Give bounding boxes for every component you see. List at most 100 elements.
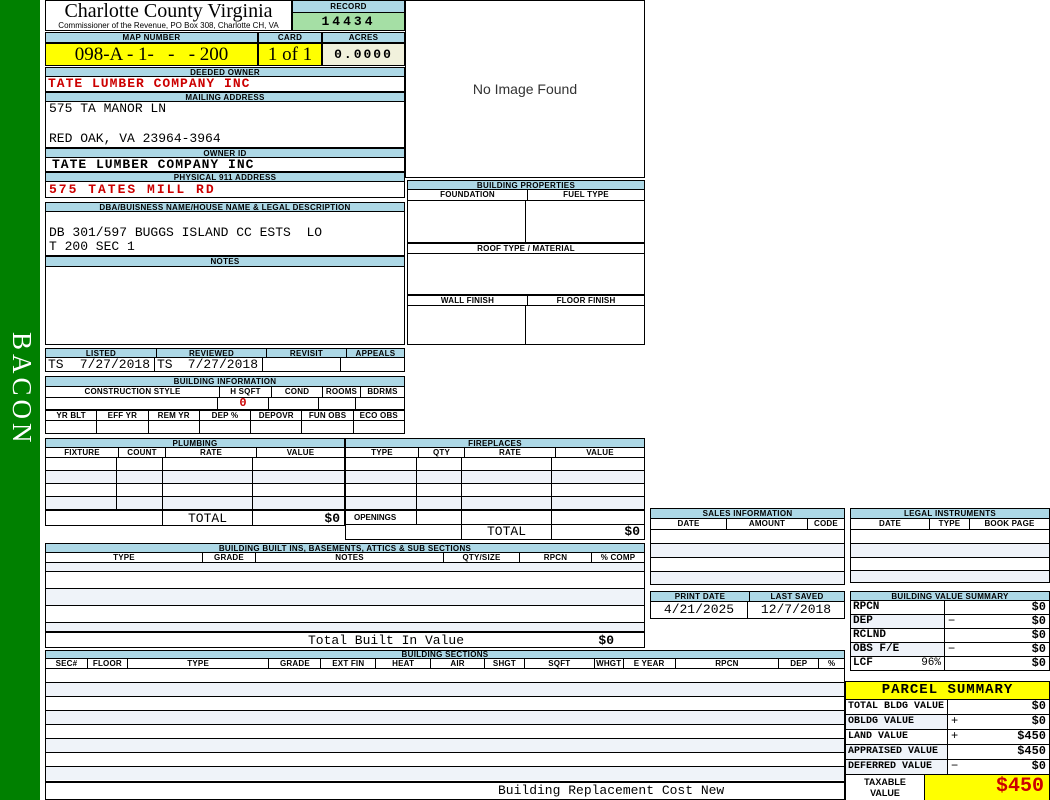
funobs-value[interactable] — [302, 421, 354, 433]
appeals-value[interactable] — [341, 358, 404, 371]
fireplaces-title: FIREPLACES — [345, 438, 645, 448]
roof-type-label: ROOF TYPE / MATERIAL — [407, 243, 645, 254]
no-image-text: No Image Found — [472, 81, 578, 97]
built-ins-row[interactable] — [46, 563, 644, 572]
no-image-box: No Image Found — [405, 0, 645, 178]
parcel-op: − — [951, 759, 959, 773]
record-value[interactable]: 14434 — [292, 13, 405, 31]
depovr-value[interactable] — [251, 421, 303, 433]
sections-col-extfin: EXT FIN — [321, 659, 377, 669]
building-sections-row[interactable] — [46, 683, 844, 697]
plumbing-row[interactable] — [46, 484, 344, 497]
sections-col-sec: SEC# — [45, 659, 88, 669]
card-value[interactable]: 1 of 1 — [258, 43, 322, 66]
dba-legal-box[interactable]: DB 301/597 BUGGS ISLAND CC ESTS LO T 200… — [45, 212, 405, 256]
plumbing-column-headers: FIXTURE COUNT RATE VALUE — [45, 448, 345, 458]
plumbing-row[interactable] — [46, 458, 344, 471]
revisit-label: REVISIT — [267, 348, 347, 358]
fireplaces-row[interactable] — [346, 471, 644, 484]
openings-value[interactable] — [417, 511, 462, 524]
reviewed-value[interactable]: TS 7/27/2018 — [155, 358, 263, 371]
effyr-label: EFF YR — [97, 410, 149, 421]
sales-row[interactable] — [651, 572, 844, 584]
built-ins-row[interactable] — [46, 589, 644, 606]
legal-row[interactable] — [851, 530, 1049, 544]
notes-box[interactable] — [45, 267, 405, 345]
sales-row[interactable] — [651, 530, 844, 544]
built-ins-rows — [45, 563, 645, 632]
roof-type-value[interactable] — [407, 254, 645, 295]
deeded-owner-value[interactable]: TATE LUMBER COMPANY INC — [45, 77, 405, 92]
revisit-value[interactable] — [263, 358, 341, 371]
appeals-label: APPEALS — [347, 348, 405, 358]
legal-title: LEGAL INSTRUMENTS — [850, 508, 1050, 519]
fireplaces-row[interactable] — [346, 497, 644, 509]
owner-id-value[interactable]: TATE LUMBER COMPANY INC — [45, 158, 405, 172]
hsqft-value[interactable]: 0 — [218, 397, 269, 409]
parcel-value: $450 — [1017, 744, 1046, 758]
foundation-value[interactable] — [408, 201, 526, 242]
bdrms-value[interactable] — [356, 398, 404, 409]
rooms-value[interactable] — [319, 398, 356, 409]
card-label: CARD — [258, 32, 322, 43]
mailing-line1[interactable]: 575 TA MANOR LN — [46, 102, 404, 116]
bvs-row-rclnd: RCLND $0 — [850, 629, 1050, 643]
acres-value[interactable]: 0.0000 — [322, 43, 405, 66]
reviewed-by: TS — [157, 357, 173, 372]
mailing-line2[interactable]: RED OAK, VA 23964-3964 — [46, 132, 404, 146]
sales-row[interactable] — [651, 558, 844, 572]
fireplaces-row[interactable] — [346, 484, 644, 497]
yrblt-value[interactable] — [46, 421, 98, 433]
deppct-value[interactable] — [200, 421, 252, 433]
fireplaces-col-type: TYPE — [345, 448, 419, 458]
built-ins-row[interactable] — [46, 623, 644, 631]
property-record-card: BACON Charlotte County Virginia Commissi… — [0, 0, 1050, 800]
building-sections-row[interactable] — [46, 767, 844, 780]
legal-line2[interactable]: T 200 SEC 1 — [46, 240, 404, 254]
built-ins-row[interactable] — [46, 572, 644, 589]
openings-label: OPENINGS — [346, 511, 417, 524]
wall-finish-value[interactable] — [408, 306, 526, 344]
built-ins-total-value: $0 — [598, 633, 614, 648]
parcel-row-appraised: APPRAISED VALUE $450 — [845, 745, 1050, 760]
construction-style-value[interactable] — [46, 398, 218, 409]
parcel-summary-table: TOTAL BLDG VALUE $0 OBLDG VALUE + $0 LAN… — [845, 700, 1050, 800]
bvs-op — [945, 657, 948, 670]
legal-row[interactable] — [851, 544, 1049, 558]
sections-col-comp: % COMP — [819, 659, 845, 677]
fireplaces-column-headers: TYPE QTY RATE VALUE — [345, 448, 645, 458]
building-sections-row[interactable] — [46, 739, 844, 753]
plumbing-row[interactable] — [46, 471, 344, 484]
fuel-type-label: FUEL TYPE — [528, 190, 645, 201]
last-saved-value: 12/7/2018 — [760, 602, 832, 617]
sections-col-sqft: SQFT — [524, 659, 595, 669]
building-sections-row[interactable] — [46, 711, 844, 725]
building-sections-rows — [45, 669, 845, 782]
legal-line1[interactable]: DB 301/597 BUGGS ISLAND CC ESTS LO — [46, 226, 404, 240]
cond-value[interactable] — [269, 398, 319, 409]
map-number-label: MAP NUMBER — [45, 32, 258, 43]
building-sections-row[interactable] — [46, 669, 844, 683]
mailing-address-box[interactable]: 575 TA MANOR LN RED OAK, VA 23964-3964 — [45, 102, 405, 148]
building-sections-row[interactable] — [46, 753, 844, 767]
print-date-label: PRINT DATE — [650, 591, 750, 602]
plumbing-title: PLUMBING — [45, 438, 345, 448]
physical-address-value[interactable]: 575 TATES MILL RD — [45, 182, 405, 198]
legal-row[interactable] — [851, 571, 1049, 582]
sales-row[interactable] — [651, 544, 844, 558]
legal-row[interactable] — [851, 558, 1049, 571]
fuel-type-value[interactable] — [526, 201, 644, 242]
effyr-value[interactable] — [97, 421, 149, 433]
remyr-value[interactable] — [149, 421, 200, 433]
plumbing-row[interactable] — [46, 497, 344, 509]
built-ins-row[interactable] — [46, 606, 644, 623]
building-sections-row[interactable] — [46, 725, 844, 739]
parcel-row-taxable: TAXABLE VALUE $450 — [845, 775, 1050, 800]
ecoobs-value[interactable] — [354, 421, 404, 433]
plumbing-total-label: TOTAL — [163, 511, 253, 526]
listed-value[interactable]: TS 7/27/2018 — [46, 358, 155, 371]
fireplaces-row[interactable] — [346, 458, 644, 471]
floor-finish-value[interactable] — [526, 306, 644, 344]
map-number-value[interactable]: 098-A - 1- - - 200 — [45, 43, 258, 66]
building-sections-row[interactable] — [46, 697, 844, 711]
